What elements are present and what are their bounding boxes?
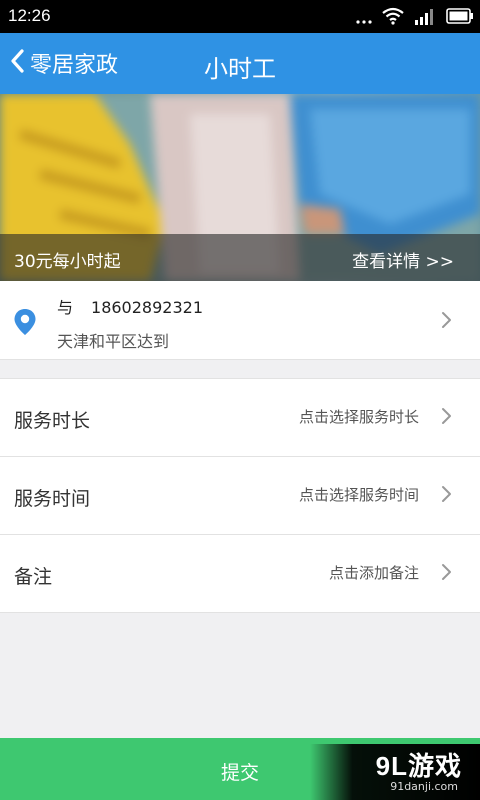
option-label: 服务时长: [14, 410, 91, 432]
status-time: 12:26: [8, 6, 51, 25]
status-icons: [356, 7, 474, 29]
option-hint: 点击选择服务时间: [298, 486, 419, 504]
option-remark[interactable]: 备注 点击添加备注: [0, 535, 480, 613]
option-label: 服务时间: [14, 488, 91, 510]
title-bar: 零居家政 小时工: [0, 33, 480, 94]
service-banner[interactable]: 30元每小时起 查看详情 >>: [0, 94, 480, 281]
contact-name: 与: [57, 298, 74, 317]
chevron-right-icon: [441, 563, 452, 585]
option-label: 备注: [14, 566, 53, 588]
chevron-right-icon: [441, 485, 452, 507]
contact-phone: 18602892321: [91, 298, 203, 317]
banner-footer: 30元每小时起 查看详情 >>: [0, 234, 480, 281]
banner-price-text: 30元每小时起: [14, 252, 121, 272]
watermark-url: 91danji.com: [390, 780, 458, 793]
location-pin-icon: [13, 308, 37, 340]
option-hint: 点击选择服务时长: [298, 408, 419, 426]
dots-icon: [356, 9, 372, 28]
view-details-link[interactable]: 查看详情 >>: [352, 247, 454, 272]
address-card[interactable]: 与 18602892321 天津和平区达到: [0, 281, 480, 360]
option-service-duration[interactable]: 服务时长 点击选择服务时长: [0, 379, 480, 457]
watermark-brand: 9L游戏: [375, 751, 462, 781]
status-bar: 12:26: [0, 0, 480, 33]
option-hint: 点击添加备注: [328, 564, 419, 582]
watermark-logo: 9L游戏 91danji.com: [310, 744, 480, 800]
option-list: 服务时长 点击选择服务时长 服务时间 点击选择服务时间 备注 点击添加备注: [0, 378, 480, 613]
signal-icon: [414, 7, 436, 29]
page-title: 小时工: [204, 55, 276, 83]
chevron-right-icon: [441, 311, 452, 333]
wifi-icon: [382, 7, 404, 29]
contact-location: 天津和平区达到: [57, 332, 170, 351]
option-service-time[interactable]: 服务时间 点击选择服务时间: [0, 457, 480, 535]
contact-line: 与 18602892321: [57, 294, 203, 318]
chevron-right-icon: [441, 407, 452, 429]
battery-icon: [446, 8, 474, 28]
